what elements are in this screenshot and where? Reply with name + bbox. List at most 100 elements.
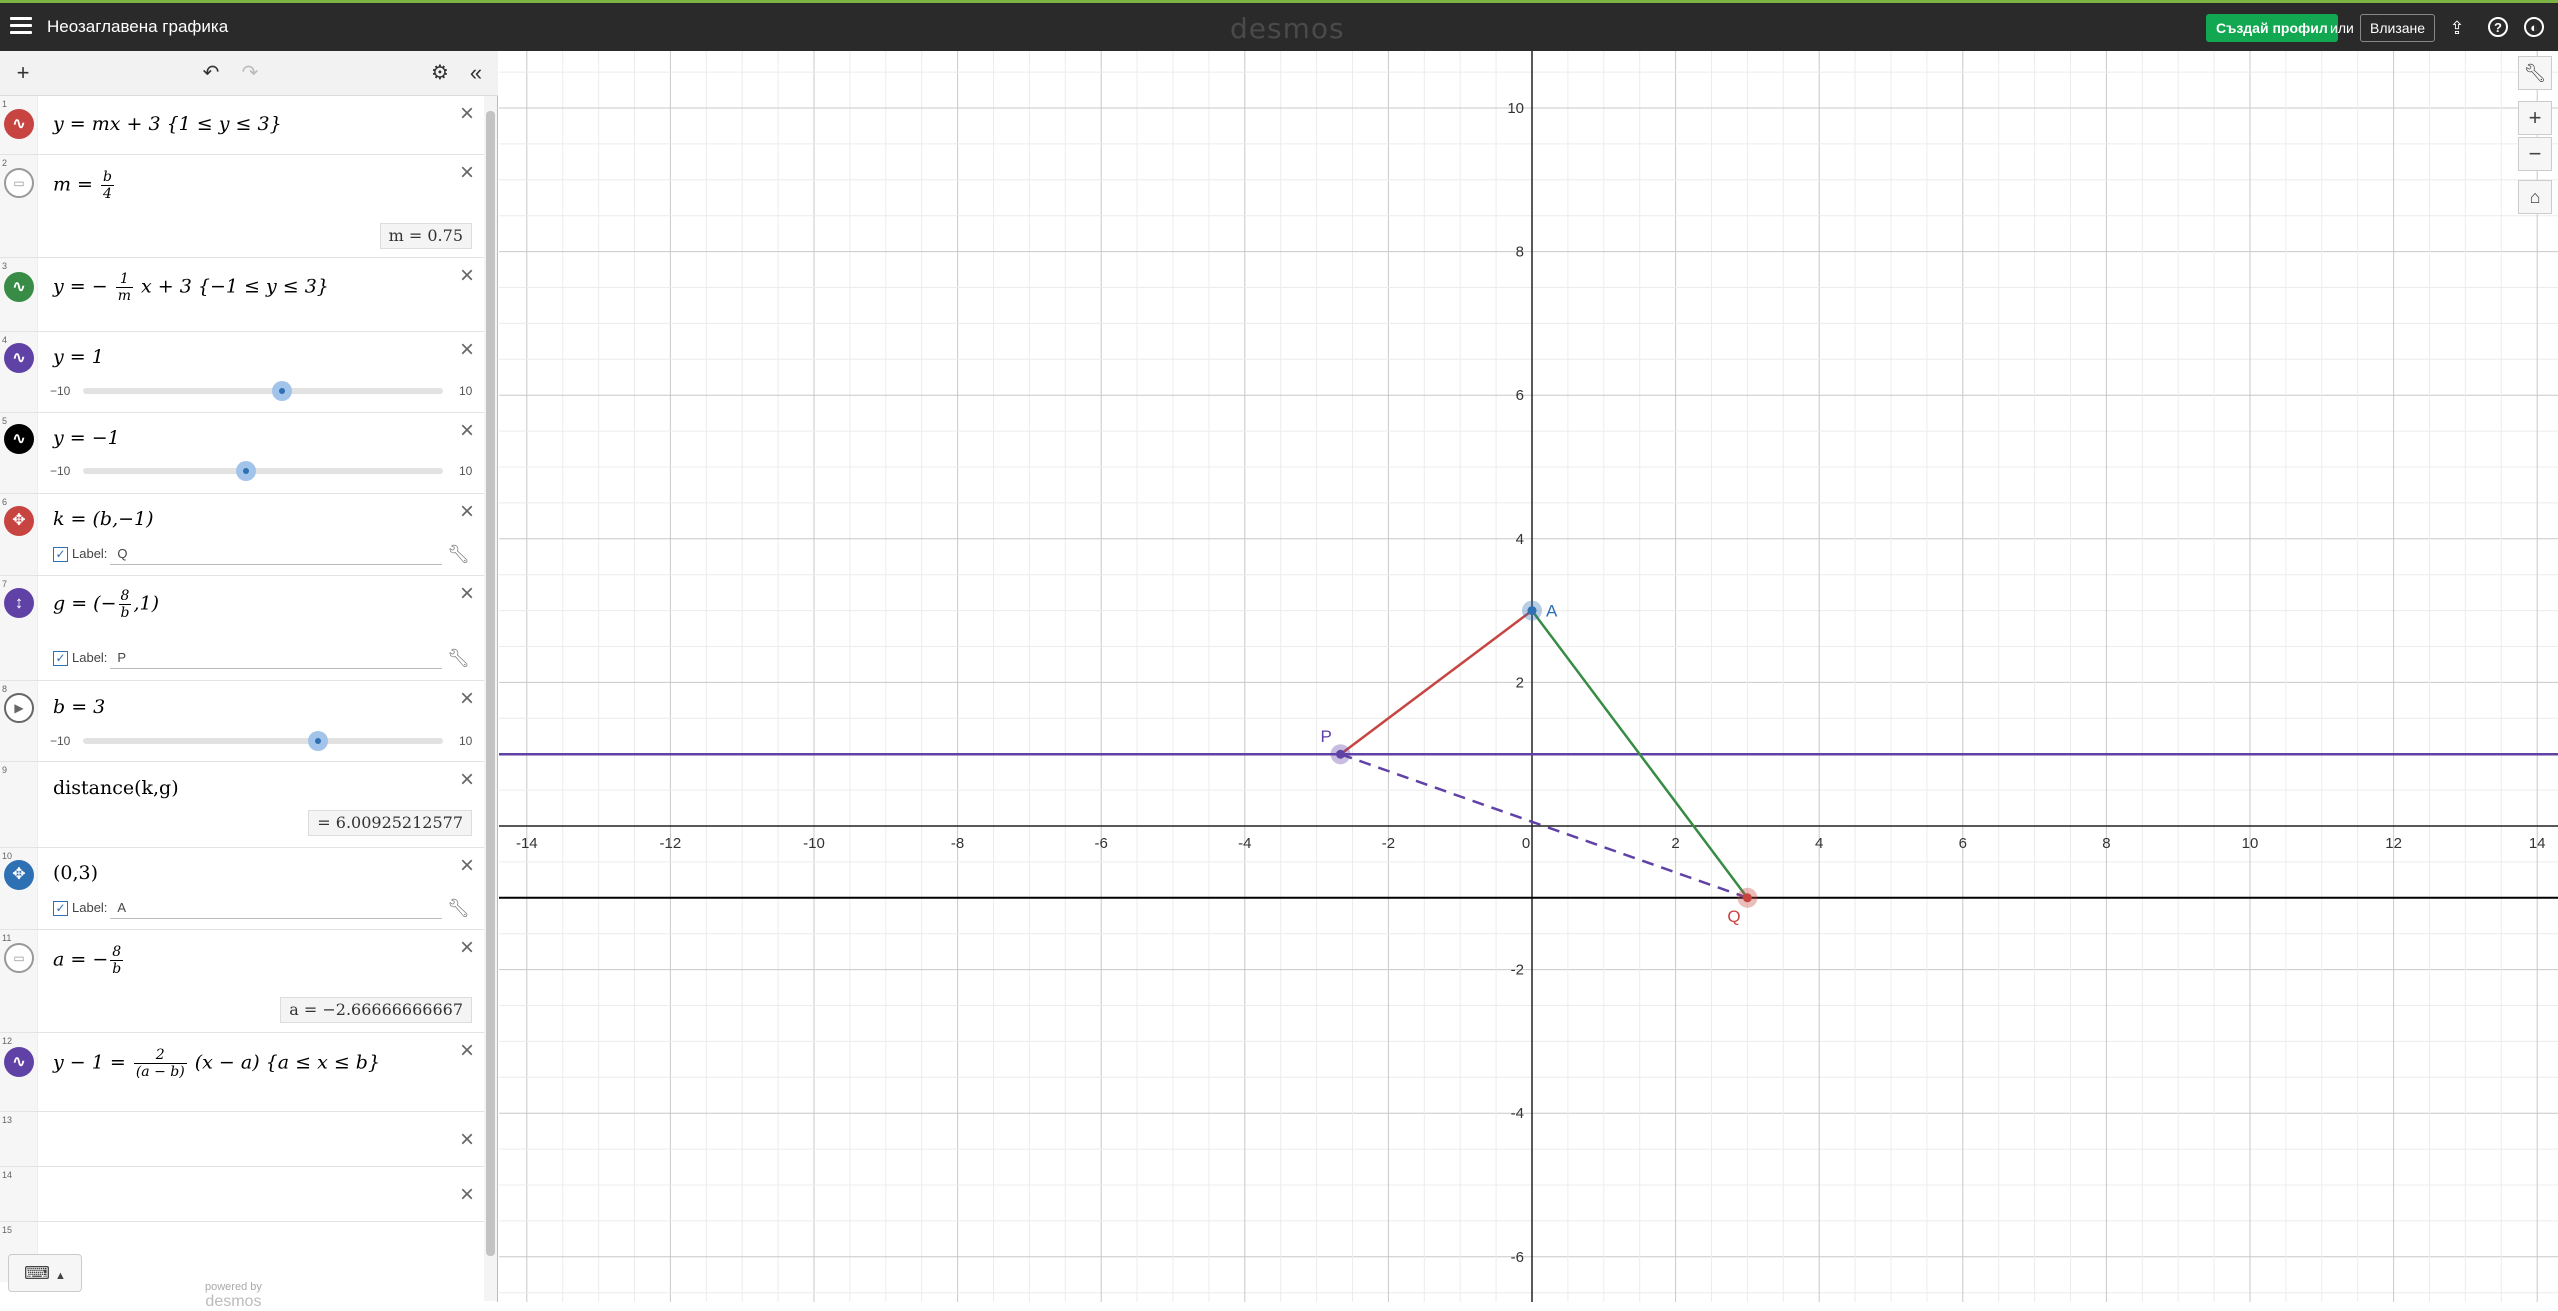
delete-expression-icon[interactable]: × — [460, 580, 474, 608]
scrollbar-thumb[interactable] — [486, 111, 495, 1256]
graph-icon[interactable]: ∿ — [4, 109, 34, 139]
label-checkbox[interactable]: ✓ — [53, 547, 68, 563]
label-input[interactable]: A — [117, 900, 126, 915]
graph-svg[interactable]: -14 -12 -10 -8 -6 -4 -2 0 2 4 6 8 10 12 14 10 8 6 4 2 -2 -4 -6… — [499, 51, 2558, 1302]
wrench-icon[interactable]: 🔧︎ — [447, 648, 470, 669]
wrench-icon[interactable]: 🔧︎ — [447, 898, 470, 919]
label-input[interactable]: P — [117, 650, 126, 665]
delete-expression-icon[interactable]: × — [460, 852, 474, 880]
expression-row[interactable]: 9 distance(k,g) = 6.00925212577 × — [0, 762, 484, 848]
expression-math[interactable]: m = b4 — [53, 169, 116, 202]
graph-title[interactable]: Неозаглавена графика — [47, 17, 228, 37]
expression-math[interactable]: distance(k,g) — [53, 777, 179, 799]
expression-row[interactable]: 1 ∿ y = mx + 3 {1 ≤ y ≤ 3} × — [0, 96, 484, 155]
delete-expression-icon[interactable]: × — [460, 1037, 474, 1065]
slider-knob[interactable] — [308, 731, 328, 751]
expression-row[interactable]: 4 ∿ y = 1 −10 10 × — [0, 332, 484, 413]
wrench-icon[interactable]: 🔧︎ — [2518, 56, 2552, 90]
login-button[interactable]: Влизане — [2360, 14, 2436, 42]
expression-math[interactable]: k = (b,−1) — [53, 508, 154, 530]
expression-index: 7 — [2, 579, 8, 589]
expression-math[interactable]: y = − 1m x + 3 {−1 ≤ y ≤ 3} — [53, 271, 329, 304]
keyboard-toggle-button[interactable]: ⌨ ▲ — [8, 1254, 82, 1292]
expression-row[interactable]: 7 ↕ g = (− 8 b ,1) ✓ Label: P 🔧︎ × — [0, 576, 484, 681]
slider-min[interactable]: −10 — [50, 464, 70, 478]
expression-row[interactable]: 11 ▭ a = −8 b a = −2.66666666667 × — [0, 930, 484, 1033]
label-checkbox[interactable]: ✓ — [53, 901, 68, 917]
delete-expression-icon[interactable]: × — [460, 417, 474, 445]
graph-canvas[interactable]: -14 -12 -10 -8 -6 -4 -2 0 2 4 6 8 10 12 14 10 8 6 4 2 -2 -4 -6… — [499, 51, 2558, 1302]
hidden-icon[interactable]: ▭ — [4, 943, 34, 973]
graph-icon[interactable]: ∿ — [4, 424, 34, 454]
share-icon[interactable]: ⇪ — [2446, 17, 2468, 39]
label-checkbox[interactable]: ✓ — [53, 651, 68, 667]
move-vertical-icon[interactable]: ↕ — [4, 588, 34, 618]
math-lhs: y − 1 = — [53, 1051, 126, 1074]
move-icon[interactable]: ✥ — [4, 506, 34, 536]
zoom-in-icon[interactable]: + — [2518, 101, 2552, 135]
expression-math[interactable]: y = mx + 3 {1 ≤ y ≤ 3} — [53, 113, 282, 135]
hamburger-icon[interactable] — [10, 17, 32, 37]
graph-icon[interactable]: ∿ — [4, 343, 34, 373]
delete-expression-icon[interactable]: × — [460, 1181, 474, 1209]
expression-math[interactable]: g = (− 8 b ,1) — [53, 588, 159, 621]
panel-scrollbar[interactable] — [484, 96, 497, 1301]
collapse-panel-button[interactable]: « — [462, 59, 490, 87]
undo-button[interactable]: ↶ — [197, 59, 225, 87]
delete-expression-icon[interactable]: × — [460, 100, 474, 128]
slider-min[interactable]: −10 — [50, 734, 70, 748]
move-icon[interactable]: ✥ — [4, 860, 34, 890]
y-tick-label: 2 — [1516, 674, 1524, 691]
delete-expression-icon[interactable]: × — [460, 1126, 474, 1154]
delete-expression-icon[interactable]: × — [460, 159, 474, 187]
expression-row[interactable]: 6 ✥ k = (b,−1) ✓ Label: Q 🔧︎ × — [0, 494, 484, 576]
evaluation-result: a = −2.66666666667 — [280, 997, 472, 1023]
play-icon[interactable]: ▶ — [4, 693, 34, 723]
expression-row[interactable]: 3 ∿ y = − 1m x + 3 {−1 ≤ y ≤ 3} × — [0, 258, 484, 332]
help-icon[interactable]: ? — [2488, 17, 2508, 37]
graph-icon[interactable]: ∿ — [4, 272, 34, 302]
delete-expression-icon[interactable]: × — [460, 336, 474, 364]
home-icon[interactable]: ⌂ — [2518, 180, 2552, 214]
expression-row[interactable]: 12 ∿ y − 1 = 2 (a − b) (x − a) {a ≤ x ≤ b… — [0, 1033, 484, 1112]
slider-track[interactable] — [83, 388, 443, 394]
slider-track[interactable] — [83, 468, 443, 474]
wrench-icon[interactable]: 🔧︎ — [447, 544, 470, 565]
delete-expression-icon[interactable]: × — [460, 262, 474, 290]
label-input[interactable]: Q — [117, 546, 127, 561]
expression-math[interactable]: y = −1 — [53, 427, 120, 449]
expression-math[interactable]: (0,3) — [53, 862, 98, 884]
settings-gear-icon[interactable]: ⚙ — [426, 59, 454, 87]
redo-button[interactable]: ↷ — [236, 59, 264, 87]
graph-icon[interactable]: ∿ — [4, 1047, 34, 1077]
expression-row[interactable]: 2 ▭ m = b4 m = 0.75 × — [0, 155, 484, 258]
add-expression-button[interactable]: + — [9, 59, 37, 87]
slider-knob[interactable] — [236, 461, 256, 481]
slider-max[interactable]: 10 — [459, 464, 472, 478]
slider-max[interactable]: 10 — [459, 734, 472, 748]
expression-row[interactable]: 14 × — [0, 1167, 484, 1222]
expression-math[interactable]: y = 1 — [53, 346, 104, 368]
slider-knob[interactable] — [272, 381, 292, 401]
expression-row[interactable]: 8 ▶ b = 3 −10 10 × — [0, 681, 484, 762]
delete-expression-icon[interactable]: × — [460, 934, 474, 962]
delete-expression-icon[interactable]: × — [460, 766, 474, 794]
delete-expression-icon[interactable]: × — [460, 498, 474, 526]
expression-index: 1 — [2, 99, 8, 109]
expression-math[interactable]: y − 1 = 2 (a − b) (x − a) {a ≤ x ≤ b} — [53, 1047, 380, 1080]
signup-button[interactable]: Създай профил — [2206, 14, 2338, 42]
expression-row[interactable]: 5 ∿ y = −1 −10 10 × — [0, 413, 484, 494]
expression-math[interactable]: b = 3 — [53, 696, 105, 718]
hidden-icon[interactable]: ▭ — [4, 168, 34, 198]
x-tick-label: 0 — [1522, 835, 1530, 852]
expression-index: 14 — [2, 1170, 13, 1180]
delete-expression-icon[interactable]: × — [460, 685, 474, 713]
globe-icon[interactable]: ◐ — [2524, 17, 2544, 37]
expression-row[interactable]: 10 ✥ (0,3) ✓ Label: A 🔧︎ × — [0, 848, 484, 930]
slider-track[interactable] — [83, 738, 443, 744]
slider-max[interactable]: 10 — [459, 384, 472, 398]
expression-row[interactable]: 13 × — [0, 1112, 484, 1167]
slider-min[interactable]: −10 — [50, 384, 70, 398]
expression-math[interactable]: a = −8 b — [53, 944, 125, 977]
zoom-out-icon[interactable]: − — [2518, 137, 2552, 171]
